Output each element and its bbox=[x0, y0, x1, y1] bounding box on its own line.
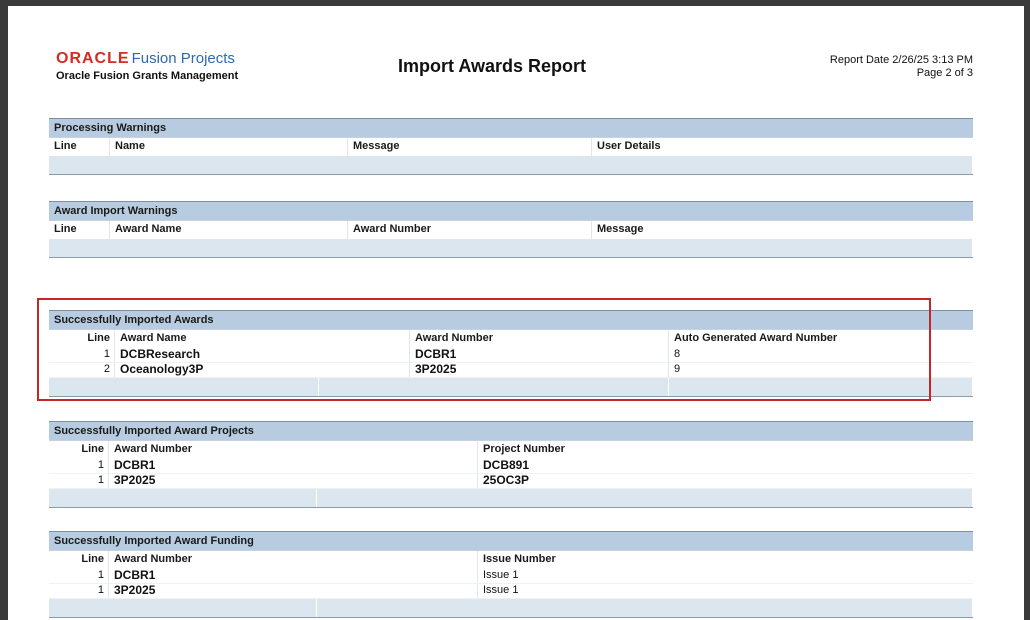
line-cell: 1 bbox=[49, 459, 109, 473]
oracle-wordmark: ORACLE bbox=[56, 50, 130, 67]
column-header: Name bbox=[110, 138, 348, 156]
report-date: Report Date 2/26/25 3:13 PM bbox=[829, 54, 973, 66]
column-header: Line bbox=[49, 551, 109, 569]
award-number-cell: DCBR1 bbox=[109, 459, 478, 473]
award-projects-section: Successfully Imported Award Projects Lin… bbox=[49, 421, 973, 508]
column-header: Award Number bbox=[109, 441, 478, 459]
column-header: Message bbox=[348, 138, 592, 156]
section-title: Successfully Imported Award Funding bbox=[49, 531, 973, 550]
highlight-box bbox=[37, 298, 931, 401]
table-header: Line Name Message User Details bbox=[49, 137, 973, 156]
table-row: 1 DCBR1 Issue 1 bbox=[49, 569, 973, 584]
table-footer bbox=[49, 489, 973, 508]
table-footer bbox=[49, 156, 973, 175]
column-header: Line bbox=[49, 221, 110, 239]
column-header: Award Number bbox=[109, 551, 478, 569]
column-header: Message bbox=[597, 223, 644, 235]
table-footer bbox=[49, 239, 973, 258]
project-number-cell: DCB891 bbox=[483, 458, 530, 472]
table-header: Line Award Name Award Number Message bbox=[49, 220, 973, 239]
report-page: ORACLE Fusion Projects Oracle Fusion Gran… bbox=[8, 6, 1024, 620]
issue-number-cell: Issue 1 bbox=[483, 569, 519, 581]
section-title: Processing Warnings bbox=[49, 118, 973, 137]
award-number-cell: 3P2025 bbox=[109, 584, 478, 598]
report-title: Import Awards Report bbox=[398, 56, 587, 76]
column-header: Line bbox=[49, 441, 109, 459]
column-header: Project Number bbox=[483, 443, 565, 455]
column-header: Issue Number bbox=[483, 553, 556, 565]
oracle-logo: ORACLE Fusion Projects Oracle Fusion Gran… bbox=[56, 50, 238, 82]
table-row: 1 DCBR1 DCB891 bbox=[49, 459, 973, 474]
table-row: 1 3P2025 25OC3P bbox=[49, 474, 973, 489]
table-header: Line Award Number Project Number bbox=[49, 440, 973, 459]
award-funding-section: Successfully Imported Award Funding Line… bbox=[49, 531, 973, 618]
table-footer bbox=[49, 599, 973, 618]
table-row: 1 3P2025 Issue 1 bbox=[49, 584, 973, 599]
issue-number-cell: Issue 1 bbox=[483, 584, 519, 596]
project-number-cell: 25OC3P bbox=[483, 473, 530, 487]
column-header: Award Number bbox=[348, 221, 592, 239]
line-cell: 1 bbox=[49, 474, 109, 488]
column-header: User Details bbox=[597, 140, 661, 152]
product-subtitle: Oracle Fusion Grants Management bbox=[56, 70, 239, 82]
line-cell: 1 bbox=[49, 569, 109, 583]
product-name: Fusion Projects bbox=[131, 50, 235, 67]
award-number-cell: 3P2025 bbox=[109, 474, 478, 488]
table-header: Line Award Number Issue Number bbox=[49, 550, 973, 569]
line-cell: 1 bbox=[49, 584, 109, 598]
award-import-warnings-section: Award Import Warnings Line Award Name Aw… bbox=[49, 201, 973, 258]
page-info: Page 2 of 3 bbox=[916, 67, 973, 79]
column-header: Award Name bbox=[110, 221, 348, 239]
report-meta: Report Date 2/26/25 3:13 PM Page 2 of 3 bbox=[830, 54, 973, 80]
section-title: Successfully Imported Award Projects bbox=[49, 421, 973, 440]
award-number-cell: DCBR1 bbox=[109, 569, 478, 583]
section-title: Award Import Warnings bbox=[49, 201, 973, 220]
processing-warnings-section: Processing Warnings Line Name Message Us… bbox=[49, 118, 973, 175]
column-header: Line bbox=[49, 138, 110, 156]
